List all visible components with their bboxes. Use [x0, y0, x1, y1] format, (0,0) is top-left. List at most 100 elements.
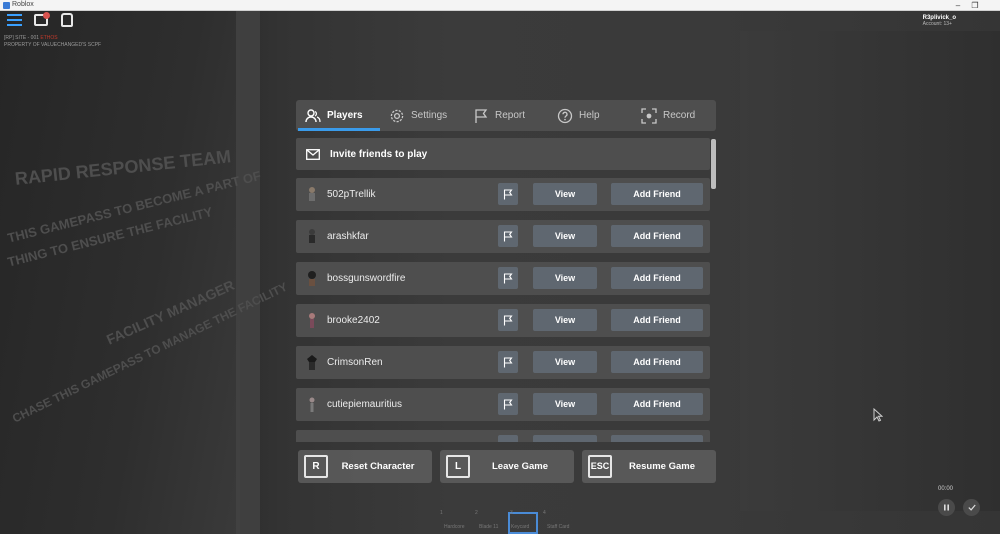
tab-report-label: Report — [495, 110, 526, 121]
hotbar-slot-label: Blade 11 — [479, 524, 499, 530]
view-player-button[interactable]: View — [533, 225, 597, 247]
player-name: cutiepiemauritius — [327, 399, 403, 410]
menu-tabbar: Players Settings Report Help Record — [296, 100, 716, 131]
add-friend-button[interactable]: Add Friend — [611, 183, 703, 205]
question-icon — [557, 108, 573, 123]
tab-settings[interactable]: Settings — [389, 100, 447, 131]
maximize-button[interactable]: ❐ — [967, 0, 983, 11]
player-avatar-icon — [308, 271, 316, 286]
hotbar-slot-number: 4 — [543, 510, 546, 516]
resume-game-button[interactable]: ESC Resume Game — [582, 450, 716, 483]
flag-icon — [503, 314, 513, 325]
tab-record[interactable]: Record — [641, 100, 695, 131]
report-player-button[interactable] — [498, 393, 518, 415]
minimize-button[interactable]: – — [950, 0, 966, 11]
report-player-button[interactable] — [498, 267, 518, 289]
player-row: bossgunswordfire View Add Friend — [296, 262, 710, 295]
tab-help[interactable]: Help — [557, 100, 600, 131]
flag-icon — [503, 272, 513, 283]
roblox-app-icon — [3, 2, 10, 9]
player-avatar-icon — [309, 313, 315, 328]
hotbar-slot-label: Keycard — [511, 524, 530, 530]
player-name: arashkfar — [327, 231, 369, 242]
recording-timer: 00:00 — [938, 486, 954, 492]
invite-friends-button[interactable]: Invite friends to play — [296, 138, 710, 170]
add-friend-button[interactable]: Add Friend — [611, 267, 703, 289]
player-name: bossgunswordfire — [327, 273, 406, 284]
player-avatar-icon — [307, 355, 317, 370]
flag-icon — [503, 398, 513, 409]
report-player-button[interactable] — [498, 351, 518, 373]
player-name: brooke2402 — [327, 315, 380, 326]
report-player-button[interactable] — [498, 435, 518, 442]
resume-key-hint: ESC — [588, 455, 612, 478]
resume-game-label: Resume Game — [628, 461, 695, 472]
hotbar-slot-label: Hardcore — [444, 524, 465, 530]
reset-character-label: Reset Character — [341, 461, 415, 472]
record-icon — [641, 107, 657, 124]
tab-help-label: Help — [579, 110, 600, 121]
add-friend-button[interactable]: Add Friend — [611, 225, 703, 247]
report-player-button[interactable] — [498, 225, 518, 247]
player-avatar-icon — [309, 229, 315, 243]
view-player-button[interactable]: View — [533, 351, 597, 373]
tab-settings-label: Settings — [411, 110, 448, 121]
invite-friends-label: Invite friends to play — [330, 148, 428, 160]
reset-character-button[interactable]: R Reset Character — [298, 450, 432, 483]
server-label: [RP] SITE - 001 ETHOS — [4, 35, 58, 41]
flag-icon — [503, 230, 513, 241]
player-avatar-icon — [309, 187, 315, 201]
add-friend-button[interactable]: Add Friend — [611, 309, 703, 331]
add-friend-button[interactable] — [611, 435, 703, 442]
account-info: R3plivick_o Account: 13+ — [923, 15, 956, 27]
player-row: 502pTrellik View Add Friend — [296, 178, 710, 211]
player-name: 502pTrellik — [327, 189, 376, 200]
tab-players[interactable]: Players — [305, 100, 363, 131]
left-wall — [0, 11, 240, 534]
add-friend-button[interactable]: Add Friend — [611, 393, 703, 415]
gear-icon — [390, 109, 404, 122]
reset-key-hint: R — [304, 455, 328, 478]
chat-notification-badge — [43, 12, 50, 19]
mouse-cursor-icon — [873, 408, 883, 422]
flag-icon — [503, 188, 513, 199]
player-row: CrimsonRen View Add Friend — [296, 346, 710, 379]
player-row-partial — [296, 430, 710, 442]
player-list-scroll-thumb[interactable] — [711, 139, 716, 189]
confirm-recording-button[interactable] — [963, 499, 980, 516]
view-player-button[interactable] — [533, 435, 597, 442]
view-player-button[interactable]: View — [533, 309, 597, 331]
backpack-icon[interactable] — [61, 13, 73, 27]
window-title: Roblox — [12, 1, 34, 8]
active-tab-indicator — [298, 128, 380, 131]
report-player-button[interactable] — [498, 309, 518, 331]
player-row: brooke2402 View Add Friend — [296, 304, 710, 337]
view-player-button[interactable]: View — [533, 183, 597, 205]
view-player-button[interactable]: View — [533, 393, 597, 415]
check-icon — [967, 504, 976, 511]
flag-icon — [503, 356, 513, 367]
tab-report[interactable]: Report — [473, 100, 525, 131]
leave-key-hint: L — [446, 455, 470, 478]
corridor — [740, 31, 1000, 511]
flag-icon — [475, 108, 488, 123]
player-row: cutiepiemauritius View Add Friend — [296, 388, 710, 421]
players-icon — [305, 108, 321, 122]
add-friend-button[interactable]: Add Friend — [611, 351, 703, 373]
tab-players-label: Players — [327, 110, 363, 121]
pause-recording-button[interactable] — [938, 499, 955, 516]
player-row: arashkfar View Add Friend — [296, 220, 710, 253]
player-list[interactable]: 502pTrellik View Add Friend arashkfar Vi… — [296, 178, 710, 442]
view-player-button[interactable]: View — [533, 267, 597, 289]
player-name: CrimsonRen — [327, 357, 383, 368]
menu-actions: R Reset Character L Leave Game ESC Resum… — [296, 450, 716, 483]
hotbar-slot-number: 1 — [440, 510, 443, 516]
hotbar-slot-label: Staff Card — [547, 524, 570, 530]
leave-game-button[interactable]: L Leave Game — [440, 450, 574, 483]
hamburger-menu-icon[interactable] — [7, 14, 22, 27]
property-label: PROPERTY OF VALUECHANGED'S SCPF — [4, 42, 102, 48]
wall-edge — [236, 11, 260, 534]
report-player-button[interactable] — [498, 183, 518, 205]
mail-icon — [306, 148, 320, 160]
leave-game-label: Leave Game — [492, 461, 548, 472]
